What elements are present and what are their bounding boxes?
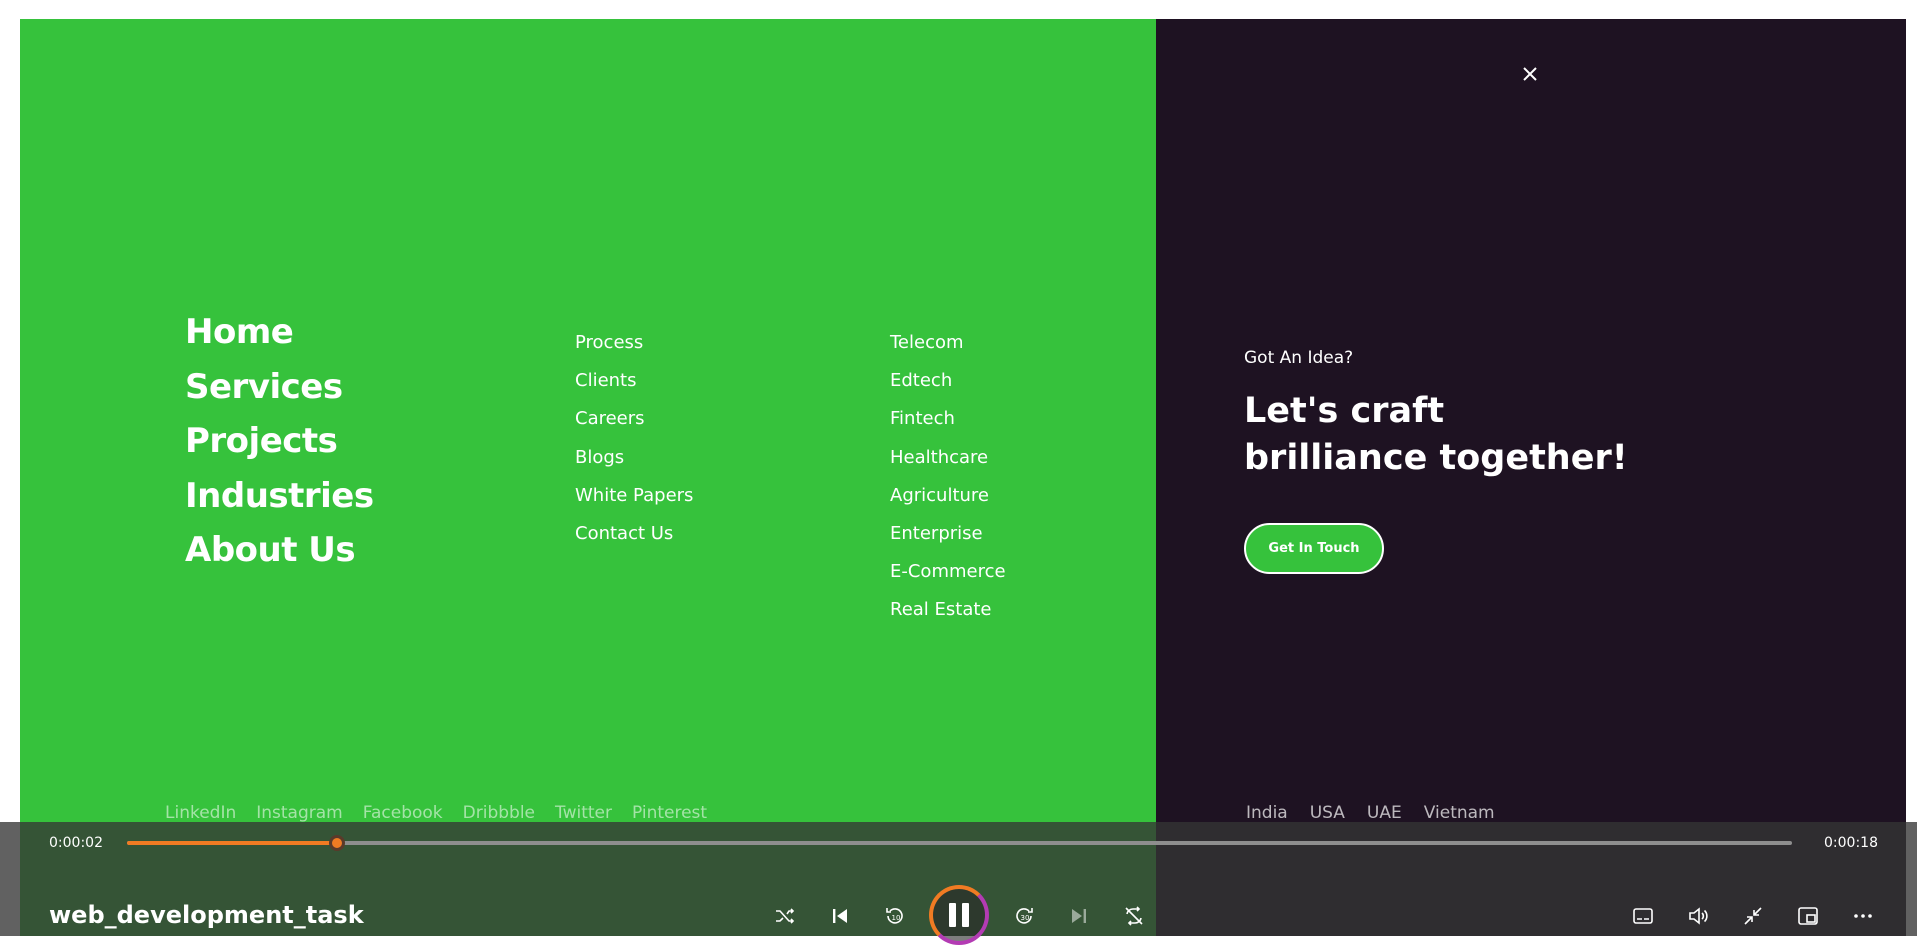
location-vietnam[interactable]: Vietnam [1424, 803, 1495, 823]
nav-home[interactable]: Home [185, 305, 374, 360]
previous-icon[interactable] [824, 900, 856, 932]
link-e-commerce[interactable]: E-Commerce [890, 553, 1006, 591]
total-time: 0:00:18 [1824, 835, 1878, 851]
location-usa[interactable]: USA [1310, 803, 1345, 823]
link-healthcare[interactable]: Healthcare [890, 439, 1006, 477]
link-real-estate[interactable]: Real Estate [890, 591, 1006, 629]
link-process[interactable]: Process [575, 324, 693, 362]
captions-icon[interactable] [1627, 900, 1659, 932]
link-enterprise[interactable]: Enterprise [890, 515, 1006, 553]
social-twitter[interactable]: Twitter [555, 803, 612, 823]
mini-player-icon[interactable] [1792, 900, 1824, 932]
location-uae[interactable]: UAE [1367, 803, 1402, 823]
rewind-10-icon[interactable]: 10 [879, 900, 911, 932]
pause-button[interactable] [929, 885, 989, 945]
svg-text:10: 10 [892, 914, 901, 922]
location-links: India USA UAE Vietnam [1246, 803, 1495, 823]
cta-headline: Let's craft brilliance together! [1244, 388, 1628, 482]
pause-icon [949, 903, 956, 927]
social-instagram[interactable]: Instagram [256, 803, 343, 823]
close-icon[interactable] [1521, 65, 1539, 83]
cta-headline-line2: brilliance together! [1244, 438, 1628, 478]
nav-projects[interactable]: Projects [185, 414, 374, 469]
seek-bar-progress [127, 841, 337, 845]
svg-text:30: 30 [1021, 914, 1030, 922]
link-telecom[interactable]: Telecom [890, 324, 1006, 362]
social-pinterest[interactable]: Pinterest [632, 803, 707, 823]
volume-icon[interactable] [1682, 900, 1714, 932]
nav-services[interactable]: Services [185, 360, 374, 415]
link-blogs[interactable]: Blogs [575, 439, 693, 477]
seek-bar[interactable] [127, 835, 1792, 851]
main-nav: Home Services Projects Industries About … [185, 305, 374, 578]
exit-fullscreen-icon[interactable] [1737, 900, 1769, 932]
link-clients[interactable]: Clients [575, 362, 693, 400]
nav-industries[interactable]: Industries [185, 469, 374, 524]
media-title: web_development_task [49, 901, 364, 929]
location-india[interactable]: India [1246, 803, 1288, 823]
link-agriculture[interactable]: Agriculture [890, 477, 1006, 515]
next-icon[interactable] [1063, 900, 1095, 932]
social-dribbble[interactable]: Dribbble [463, 803, 535, 823]
company-links: Process Clients Careers Blogs White Pape… [575, 324, 693, 553]
repeat-off-icon[interactable] [1118, 900, 1150, 932]
industry-links: Telecom Edtech Fintech Healthcare Agricu… [890, 324, 1006, 630]
current-time: 0:00:02 [49, 835, 103, 851]
nav-about-us[interactable]: About Us [185, 523, 374, 578]
forward-30-icon[interactable]: 30 [1008, 900, 1040, 932]
menu-panel: Home Services Projects Industries About … [20, 19, 1156, 936]
link-contact-us[interactable]: Contact Us [575, 515, 693, 553]
link-fintech[interactable]: Fintech [890, 400, 1006, 438]
get-in-touch-button[interactable]: Get In Touch [1244, 523, 1384, 574]
social-linkedin[interactable]: LinkedIn [165, 803, 236, 823]
social-links: LinkedIn Instagram Facebook Dribbble Twi… [165, 803, 707, 823]
link-careers[interactable]: Careers [575, 400, 693, 438]
social-facebook[interactable]: Facebook [363, 803, 443, 823]
shuffle-icon[interactable] [769, 900, 801, 932]
idea-label: Got An Idea? [1244, 348, 1354, 368]
link-white-papers[interactable]: White Papers [575, 477, 693, 515]
more-options-icon[interactable] [1847, 900, 1879, 932]
link-edtech[interactable]: Edtech [890, 362, 1006, 400]
cta-headline-line1: Let's craft [1244, 391, 1445, 431]
seek-thumb[interactable] [328, 835, 345, 851]
